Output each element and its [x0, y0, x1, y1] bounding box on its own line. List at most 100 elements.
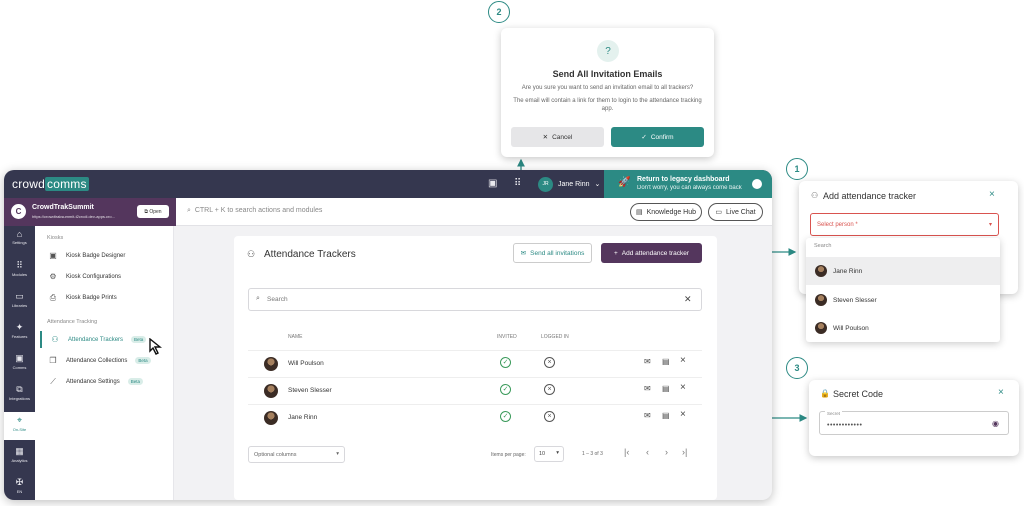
user-menu[interactable]: JR Jane Rinn ⌄ — [538, 175, 600, 193]
list-item[interactable]: Will Poulson — [806, 314, 1000, 342]
sub-item-label: Attendance Settings — [66, 378, 120, 385]
rail-item-language[interactable]: ✠ EN — [4, 474, 35, 500]
table-row[interactable]: Steven Slesser ✓ × ✉ ▤ × — [248, 377, 702, 404]
location-icon: ⌖ — [16, 415, 23, 425]
search-icon: ⌕ — [187, 207, 191, 214]
beta-badge: Beta — [131, 336, 147, 343]
event-switcher[interactable]: C CrowdTrakSummit https://crowdtraksummi… — [4, 198, 176, 226]
clear-search-icon[interactable]: ✕ — [684, 294, 692, 305]
invited-check-icon: ✓ — [500, 384, 511, 395]
gear-icon: ⚙ — [49, 272, 57, 281]
sub-item-label: Attendance Trackers — [68, 336, 124, 343]
send-invite-icon[interactable]: ✉ — [644, 384, 651, 393]
rail-label: Analytics — [11, 458, 28, 463]
send-invite-icon[interactable]: ✉ — [644, 357, 651, 366]
confirm-button[interactable]: ✓ Confirm — [611, 127, 704, 147]
table-search-input[interactable]: ⌕ Search ✕ — [248, 288, 702, 311]
delete-icon[interactable]: × — [680, 409, 686, 420]
secret-code-icon[interactable]: ▤ — [662, 411, 670, 420]
rail-item-settings[interactable]: ⌂ Settings — [4, 226, 35, 254]
rail-item-analytics[interactable]: ▦ Analytics — [4, 443, 35, 471]
tracker-name: Steven Slesser — [288, 387, 332, 394]
module-rail: ⌂ Settings ⠿ Modules ▭ Libraries ✦ Features … — [4, 226, 35, 500]
live-chat-button[interactable]: ▭ Live Chat — [708, 203, 763, 221]
select-person-dropdown[interactable]: Select person * ▾ — [810, 213, 999, 236]
open-event-button[interactable]: ⧉ Open — [137, 205, 169, 218]
printer-icon: ⎙ — [49, 292, 57, 302]
delete-icon[interactable]: × — [680, 355, 686, 366]
options-search-input[interactable]: Search — [814, 243, 831, 249]
trend-icon: ⟋ — [50, 376, 56, 386]
sub-item-kiosk-badge-prints[interactable]: ⎙ Kiosk Badge Prints — [40, 289, 172, 306]
table-search-placeholder: Search — [267, 296, 288, 303]
user-icon: ⚇ — [811, 191, 819, 200]
first-page-icon[interactable]: |‹ — [624, 447, 629, 457]
mail-icon: ✉ — [520, 250, 527, 257]
send-all-invitations-button[interactable]: ✉ Send all invitations — [513, 243, 592, 263]
global-search[interactable]: ⌕ CTRL + K to search actions and modules — [187, 207, 322, 215]
question-icon: ? — [597, 40, 619, 62]
secondary-bar: C CrowdTrakSummit https://crowdtraksummi… — [4, 198, 772, 226]
panel-title: Add attendance tracker — [823, 191, 917, 201]
collection-icon: ❐ — [49, 356, 57, 365]
legacy-title: Return to legacy dashboard — [637, 176, 730, 183]
next-page-icon[interactable]: › — [665, 447, 668, 457]
close-icon[interactable]: × — [989, 189, 995, 200]
badge-icon: ▣ — [49, 251, 57, 260]
close-icon[interactable]: × — [998, 387, 1004, 398]
close-icon: ✕ — [542, 134, 549, 141]
legacy-toggle[interactable] — [752, 179, 762, 189]
cancel-button[interactable]: ✕ Cancel — [511, 127, 604, 147]
user-name: Jane Rinn — [558, 180, 590, 188]
last-page-icon[interactable]: ›| — [682, 447, 687, 457]
mouse-cursor-icon — [149, 338, 162, 355]
top-bar: crowd comms ▣ ⠿ JR Jane Rinn ⌄ 🚀 Return t… — [4, 170, 772, 198]
avatar — [264, 357, 278, 371]
table-row[interactable]: Jane Rinn ✓ × ✉ ▤ × — [248, 404, 702, 431]
rail-label: Comms — [12, 365, 27, 370]
sub-item-kiosk-configurations[interactable]: ⚙ Kiosk Configurations — [40, 268, 172, 285]
items-per-page-select[interactable]: 10 ▾ — [534, 446, 564, 462]
optional-columns-label: Optional columns — [254, 452, 297, 458]
sub-item-attendance-settings[interactable]: ⟋ Attendance Settings Beta — [40, 373, 172, 390]
add-attendance-tracker-button[interactable]: + Add attendance tracker — [601, 243, 702, 263]
integrations-icon: ⧉ — [16, 384, 23, 394]
select-person-placeholder: Select person * — [817, 222, 858, 228]
rail-item-modules[interactable]: ⠿ Modules — [4, 257, 35, 285]
table-row[interactable]: Will Poulson ✓ × ✉ ▤ × — [248, 350, 702, 377]
rail-item-comms[interactable]: ▣ Comms — [4, 350, 35, 378]
event-url: https://crowdtraksummit-t2crcdi.dev-apps… — [32, 214, 115, 219]
sub-item-label: Kiosk Configurations — [66, 273, 122, 280]
knowledge-hub-button[interactable]: ▤ Knowledge Hub — [630, 203, 702, 221]
rail-item-integrations[interactable]: ⧉ Integrations — [4, 381, 35, 409]
secret-code-icon[interactable]: ▤ — [662, 384, 670, 393]
external-link-icon: ⧉ — [144, 208, 148, 215]
sub-item-kiosk-badge-designer[interactable]: ▣ Kiosk Badge Designer — [40, 247, 172, 264]
apps-grid-icon[interactable]: ⠿ — [514, 178, 521, 189]
avatar — [264, 384, 278, 398]
not-logged-in-icon: × — [544, 411, 555, 422]
dialog-title: Send All Invitation Emails — [552, 69, 663, 79]
check-icon: ✓ — [641, 134, 647, 141]
send-invite-icon[interactable]: ✉ — [644, 411, 651, 420]
secret-code-icon[interactable]: ▤ — [662, 357, 670, 366]
secret-field[interactable]: Secret •••••••••••• ◉ — [819, 411, 1009, 435]
plus-icon: + — [613, 249, 618, 257]
prev-page-icon[interactable]: ‹ — [646, 447, 649, 457]
option-label: Jane Rinn — [833, 267, 863, 275]
kiosks-heading: Kiosks — [47, 235, 64, 241]
list-item[interactable]: Jane Rinn — [806, 257, 1000, 285]
list-item[interactable]: Steven Slesser — [806, 286, 1000, 314]
send-all-label: Send all invitations — [530, 249, 585, 257]
column-header-name: NAME — [288, 334, 303, 340]
rail-item-features[interactable]: ✦ Features — [4, 319, 35, 347]
legacy-dashboard-banner[interactable]: 🚀 Return to legacy dashboard Don't worry… — [604, 170, 772, 198]
app-window: crowd comms ▣ ⠿ JR Jane Rinn ⌄ 🚀 Return t… — [4, 170, 772, 500]
eye-icon[interactable]: ◉ — [992, 419, 999, 428]
optional-columns-select[interactable]: Optional columns ▾ — [248, 446, 345, 463]
option-label: Steven Slesser — [833, 296, 877, 304]
briefcase-icon[interactable]: ▣ — [488, 178, 497, 189]
delete-icon[interactable]: × — [680, 382, 686, 393]
rail-item-libraries[interactable]: ▭ Libraries — [4, 288, 35, 316]
rail-item-on-site[interactable]: ⌖ On-Site — [4, 412, 35, 440]
